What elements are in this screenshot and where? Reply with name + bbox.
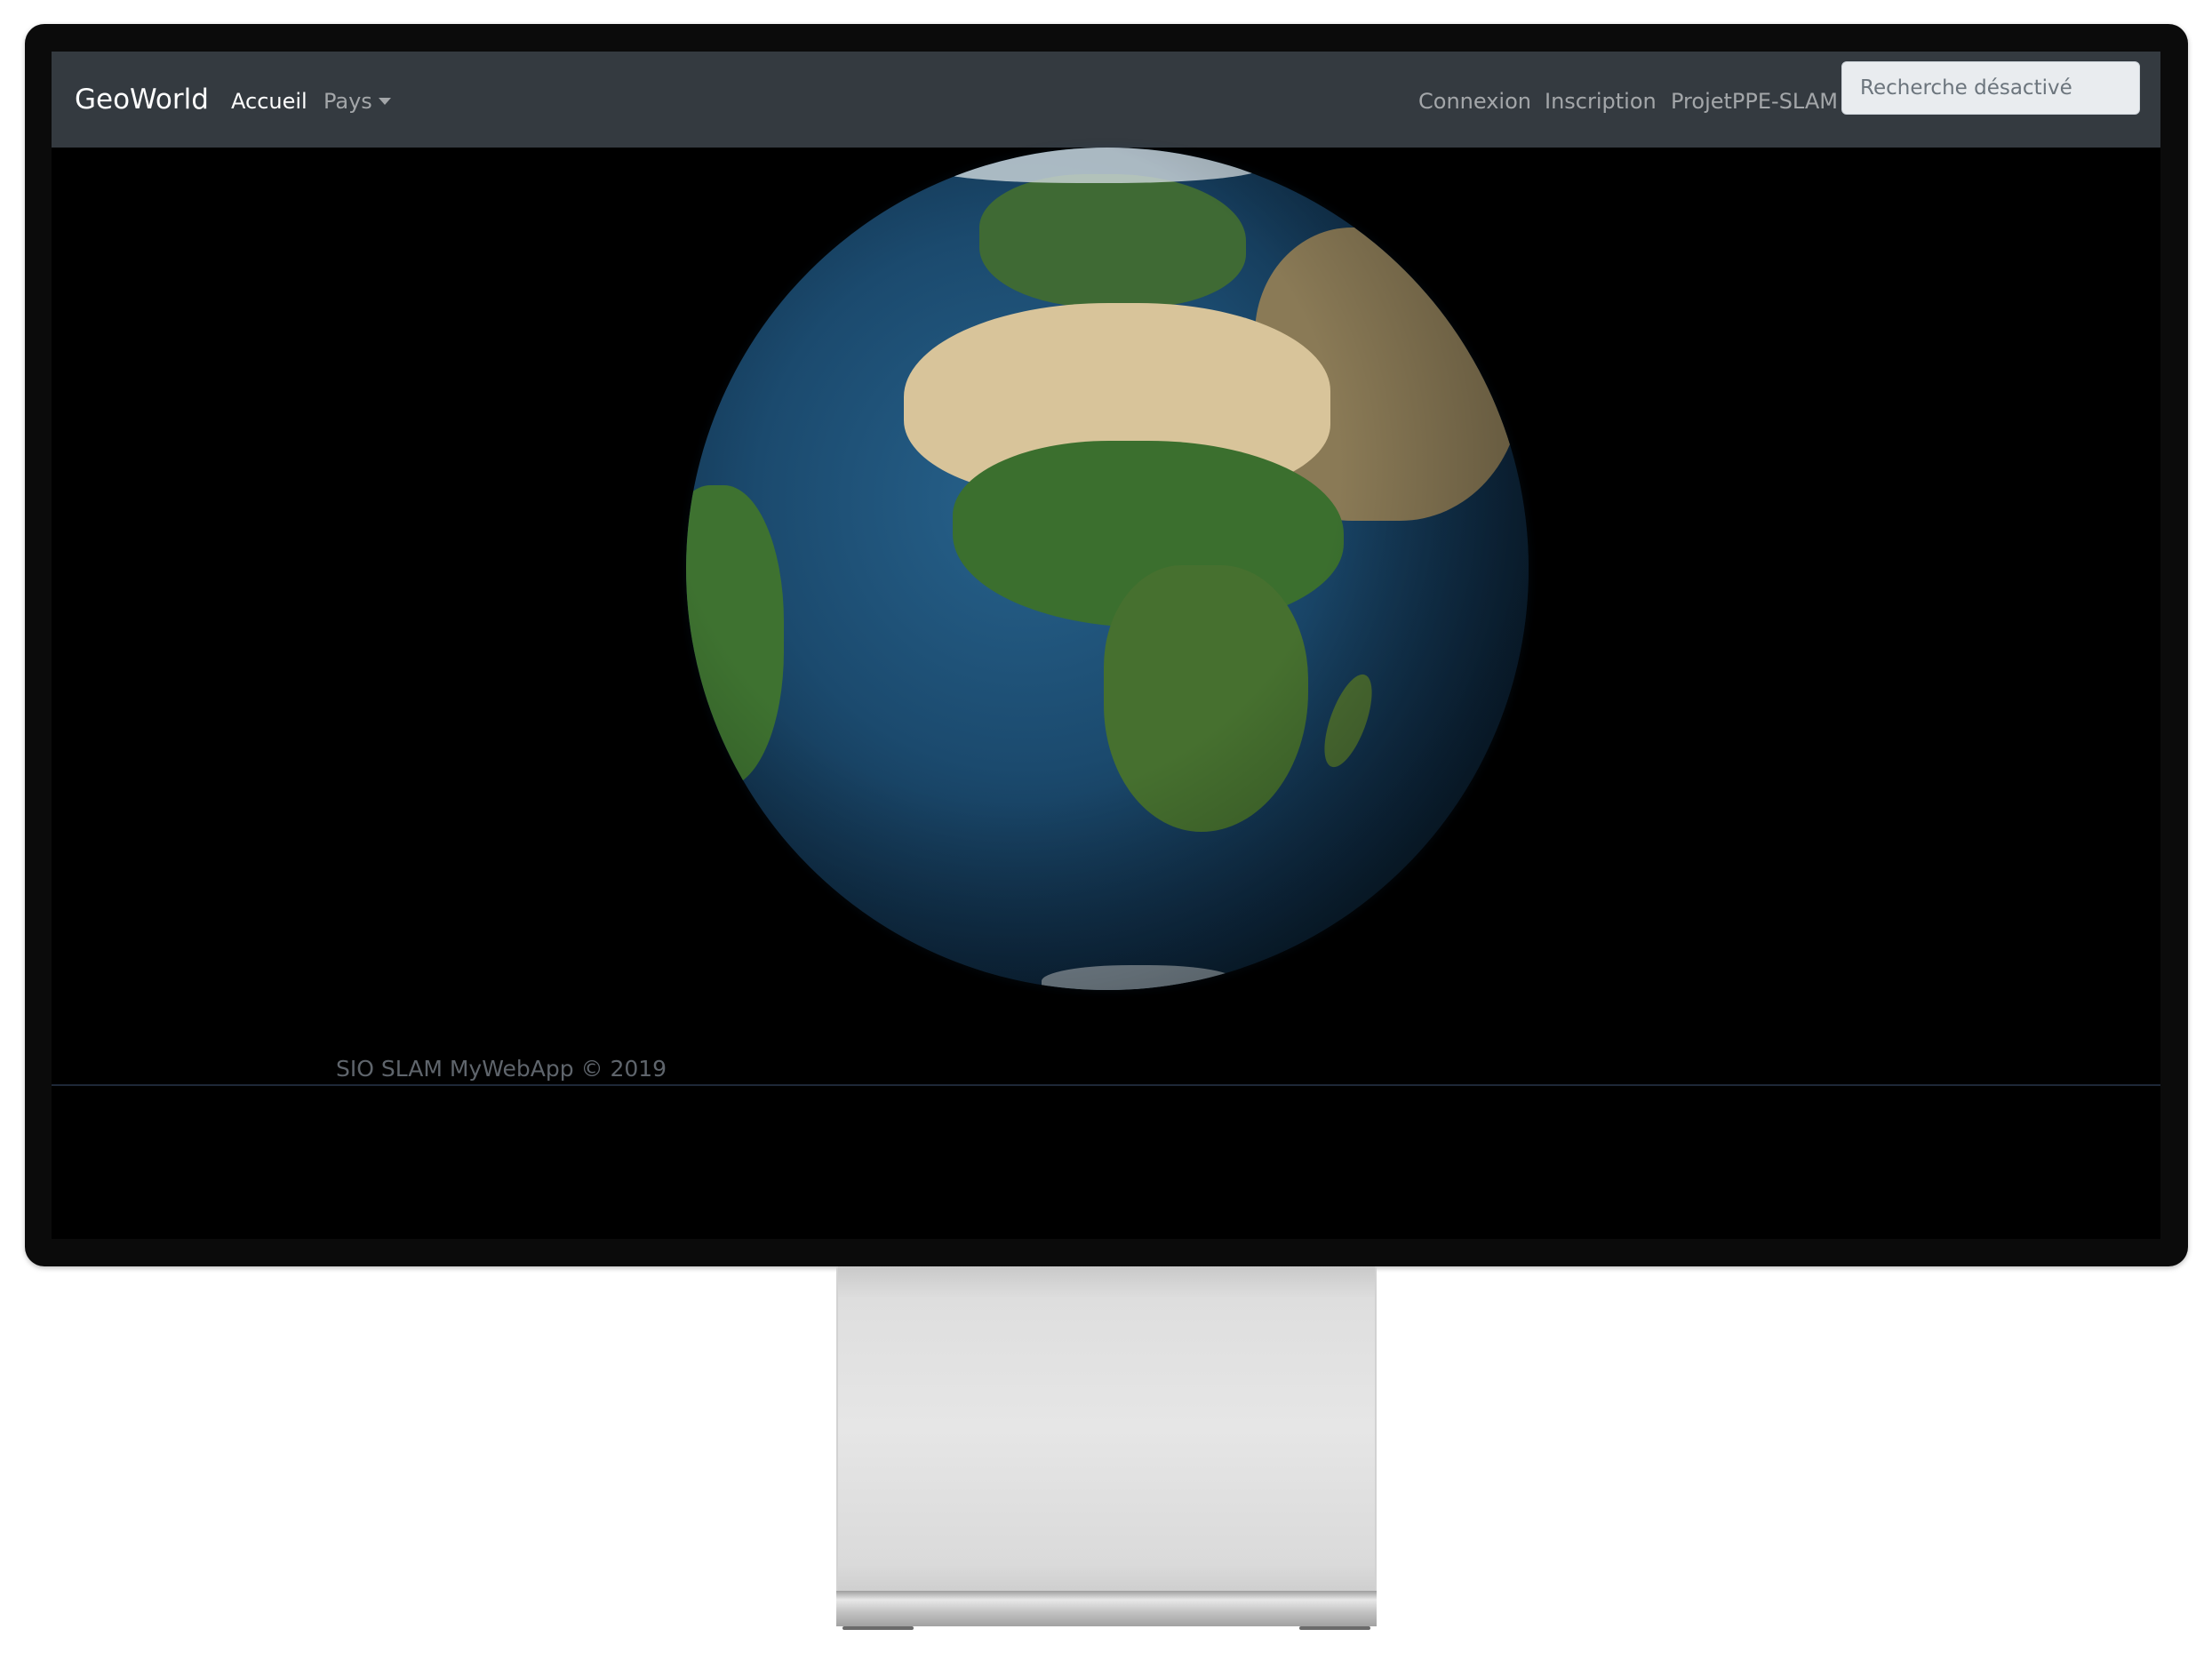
navbar: GeoWorld Accueil Pays Connexion Inscript… — [52, 52, 2160, 148]
footer-divider — [52, 1084, 2160, 1086]
nav-dropdown-pays[interactable]: Pays — [323, 89, 391, 114]
brand-logo[interactable]: GeoWorld — [75, 84, 209, 116]
caret-down-icon — [378, 98, 391, 105]
globe-shading — [686, 148, 1529, 990]
monitor-stand — [836, 1266, 1377, 1591]
nav-link-connexion[interactable]: Connexion — [1418, 89, 1531, 114]
stand-foot-right — [1299, 1626, 1370, 1630]
nav-link-inscription[interactable]: Inscription — [1545, 89, 1657, 114]
footer-copyright: SIO SLAM MyWebApp © 2019 — [336, 1056, 667, 1082]
search-input[interactable] — [1841, 61, 2140, 115]
nav-link-accueil[interactable]: Accueil — [231, 89, 307, 114]
nav-link-pays-label: Pays — [323, 89, 372, 114]
browser-viewport: GeoWorld Accueil Pays Connexion Inscript… — [52, 52, 2160, 1239]
stand-foot-left — [842, 1626, 914, 1630]
earth-globe[interactable] — [686, 148, 1529, 990]
nav-link-projetppe-slam[interactable]: ProjetPPE-SLAM — [1671, 89, 1838, 114]
monitor-stand-base — [836, 1591, 1377, 1626]
